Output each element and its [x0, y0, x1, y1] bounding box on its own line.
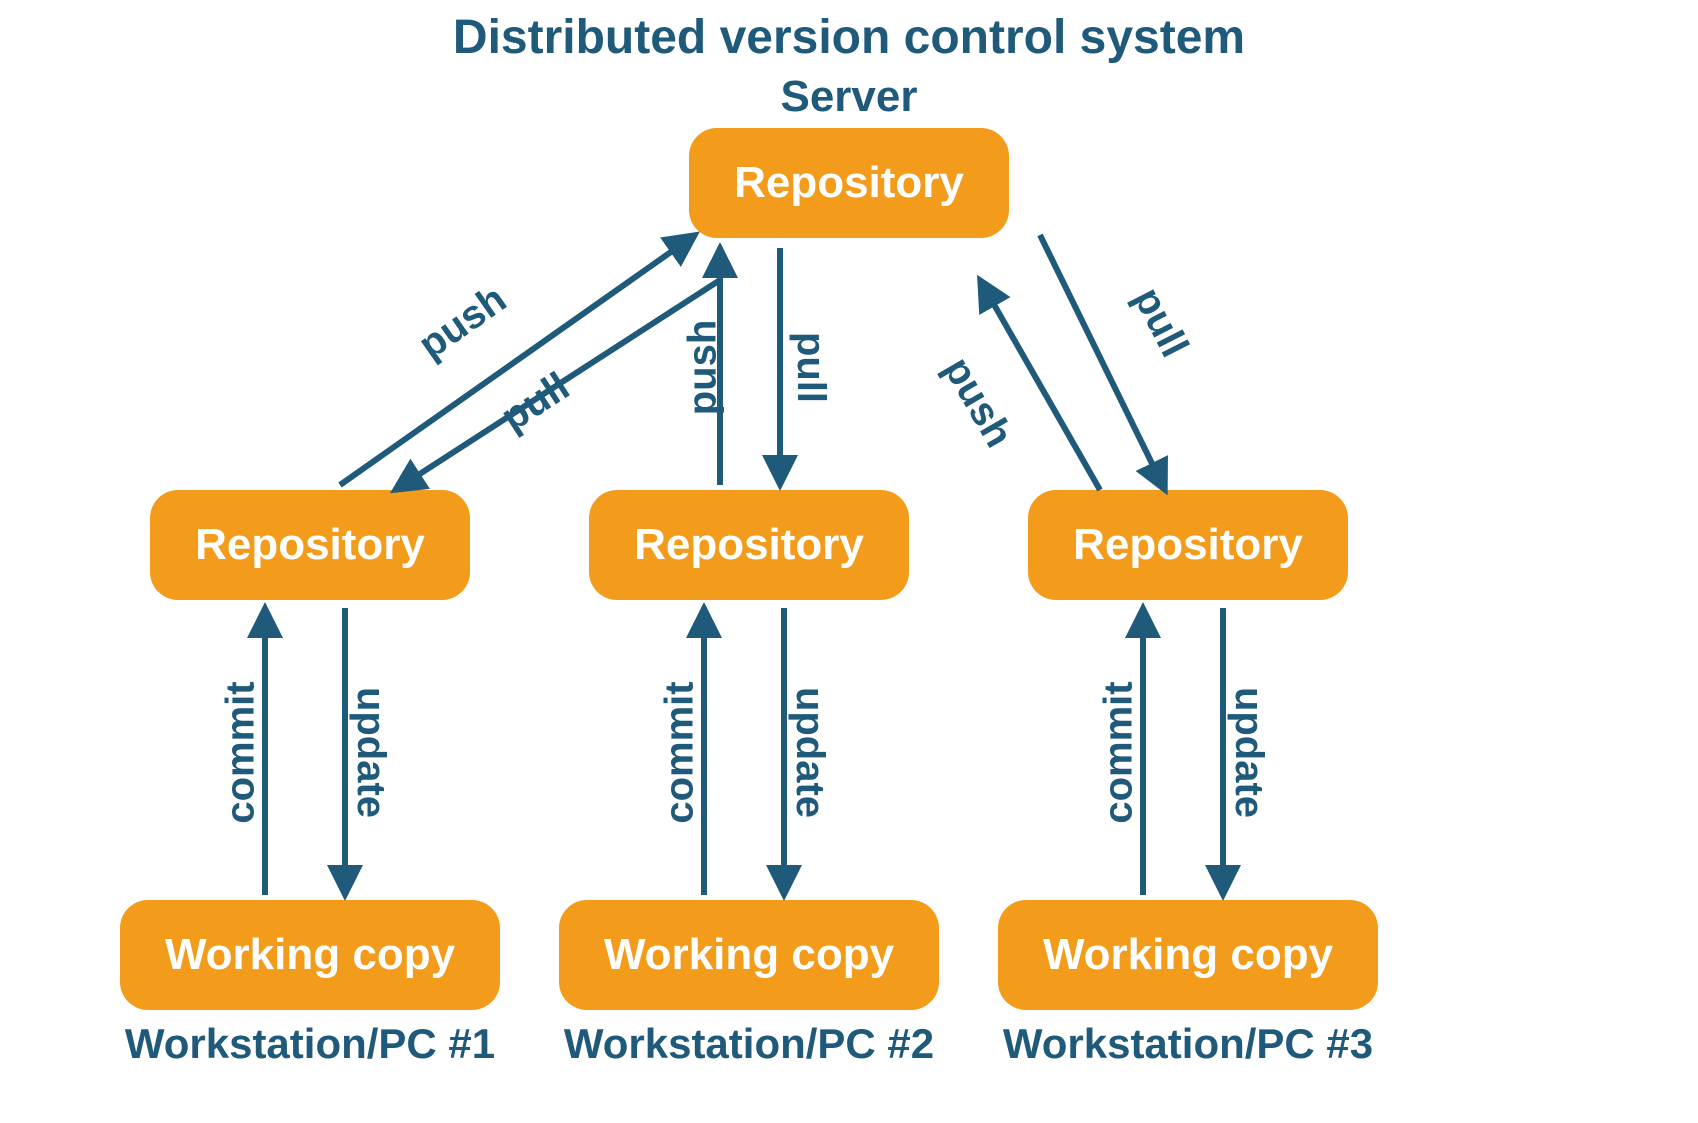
ws3-repository-label: Repository [1073, 520, 1303, 570]
ws2-working-copy-node: Working copy [559, 900, 939, 1010]
ws1-caption: Workstation/PC #1 [80, 1020, 540, 1068]
ws2-working-copy-label: Working copy [604, 930, 894, 980]
ws3-working-copy-label: Working copy [1043, 930, 1333, 980]
ws3-update-label: update [1226, 687, 1271, 818]
server-repository-label: Repository [734, 158, 964, 208]
ws2-pull-label: pull [788, 332, 833, 403]
diagram-canvas: Distributed version control system Serve… [0, 0, 1698, 1123]
ws1-push-arrow [340, 235, 695, 485]
diagram-title: Distributed version control system [0, 10, 1698, 65]
server-repository-node: Repository [689, 128, 1009, 238]
ws3-commit-label: commit [1097, 681, 1142, 823]
ws1-commit-label: commit [219, 681, 264, 823]
server-label: Server [0, 72, 1698, 122]
ws1-update-label: update [348, 687, 393, 818]
ws2-caption: Workstation/PC #2 [519, 1020, 979, 1068]
ws3-repository-node: Repository [1028, 490, 1348, 600]
ws3-working-copy-node: Working copy [998, 900, 1378, 1010]
ws1-push-label: push [411, 277, 515, 369]
ws1-working-copy-node: Working copy [120, 900, 500, 1010]
ws2-repository-node: Repository [589, 490, 909, 600]
ws2-commit-label: commit [658, 681, 703, 823]
ws3-push-arrow [980, 280, 1100, 490]
ws1-repository-node: Repository [150, 490, 470, 600]
ws3-pull-arrow [1040, 235, 1165, 490]
ws2-repository-label: Repository [634, 520, 864, 570]
ws2-update-label: update [787, 687, 832, 818]
ws1-pull-label: pull [493, 364, 577, 440]
ws3-caption: Workstation/PC #3 [958, 1020, 1418, 1068]
ws3-pull-label: pull [1124, 281, 1196, 365]
ws1-repository-label: Repository [195, 520, 425, 570]
ws2-push-label: push [680, 320, 725, 416]
ws3-push-label: push [934, 350, 1021, 455]
ws1-working-copy-label: Working copy [165, 930, 455, 980]
